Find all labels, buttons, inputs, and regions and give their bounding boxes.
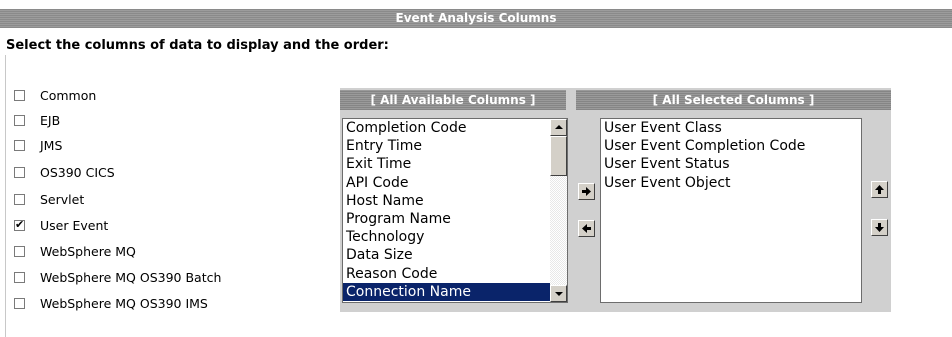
left-divider bbox=[5, 55, 6, 337]
checkbox-label: JMS bbox=[40, 138, 63, 153]
scroll-down-button[interactable] bbox=[550, 285, 567, 302]
available-list-scrollbar[interactable] bbox=[550, 119, 567, 302]
chevron-up-icon bbox=[555, 125, 563, 129]
list-item[interactable]: Host Name bbox=[343, 192, 567, 210]
column-chooser-panel: [ All Available Columns ] [ All Selected… bbox=[340, 88, 891, 312]
checkbox-box[interactable] bbox=[14, 218, 25, 231]
checkbox-box[interactable] bbox=[14, 272, 25, 283]
checkbox-label: WebSphere MQ bbox=[40, 244, 136, 259]
list-item[interactable]: User Event Completion Code bbox=[601, 137, 861, 155]
checkbox-websphere-mq[interactable]: WebSphere MQ bbox=[14, 244, 274, 262]
arrow-right-icon bbox=[582, 187, 591, 196]
selected-columns-list[interactable]: User Event Class User Event Completion C… bbox=[600, 118, 862, 303]
move-down-button[interactable] bbox=[871, 219, 888, 236]
checkbox-box[interactable] bbox=[14, 246, 25, 257]
add-column-button[interactable] bbox=[578, 183, 595, 200]
available-columns-header: [ All Available Columns ] bbox=[340, 90, 566, 110]
checkbox-user-event[interactable]: User Event bbox=[14, 218, 274, 236]
checkbox-label: WebSphere MQ OS390 IMS bbox=[40, 296, 208, 311]
scroll-up-button[interactable] bbox=[550, 119, 567, 136]
list-item[interactable]: Program Name bbox=[343, 210, 567, 228]
checkbox-label: OS390 CICS bbox=[40, 165, 115, 180]
list-item[interactable]: Technology bbox=[343, 228, 567, 246]
scroll-thumb[interactable] bbox=[550, 136, 567, 176]
chevron-down-icon bbox=[555, 292, 563, 296]
checkbox-box[interactable] bbox=[14, 115, 25, 126]
checkbox-box[interactable] bbox=[14, 298, 25, 309]
arrow-left-icon bbox=[582, 224, 591, 233]
checkbox-os390-cics[interactable]: OS390 CICS bbox=[14, 165, 274, 183]
list-item[interactable]: User Event Class bbox=[601, 119, 861, 137]
checkbox-ejb[interactable]: EJB bbox=[14, 113, 274, 131]
checkbox-label: WebSphere MQ OS390 Batch bbox=[40, 270, 222, 285]
instructions-text: Select the columns of data to display an… bbox=[6, 38, 389, 53]
list-item[interactable]: User Event Status bbox=[601, 155, 861, 173]
remove-column-button[interactable] bbox=[578, 220, 595, 237]
list-item[interactable]: Reason Code bbox=[343, 265, 567, 283]
checkbox-box[interactable] bbox=[14, 140, 25, 151]
checkbox-servlet[interactable]: Servlet bbox=[14, 192, 274, 210]
checkbox-label: User Event bbox=[40, 218, 109, 233]
list-item[interactable]: API Code bbox=[343, 174, 567, 192]
checkbox-common[interactable]: Common bbox=[14, 88, 274, 106]
selected-columns-header: [ All Selected Columns ] bbox=[576, 90, 891, 110]
arrow-down-icon bbox=[875, 223, 884, 232]
checkbox-websphere-mq-os390-batch[interactable]: WebSphere MQ OS390 Batch bbox=[14, 270, 274, 288]
checkbox-label: Servlet bbox=[40, 192, 85, 207]
move-up-button[interactable] bbox=[871, 181, 888, 198]
list-item[interactable]: Entry Time bbox=[343, 137, 567, 155]
checkbox-label: Common bbox=[40, 88, 97, 103]
arrow-up-icon bbox=[875, 185, 884, 194]
checkbox-label: EJB bbox=[40, 113, 61, 128]
available-columns-list[interactable]: Completion Code Entry Time Exit Time API… bbox=[342, 118, 568, 303]
list-item[interactable]: Completion Code bbox=[343, 119, 567, 137]
list-item[interactable]: User Event Object bbox=[601, 174, 861, 192]
section-title: Event Analysis Columns bbox=[0, 9, 952, 28]
checkbox-box[interactable] bbox=[14, 167, 25, 178]
list-item[interactable]: Exit Time bbox=[343, 155, 567, 173]
list-item[interactable]: Data Size bbox=[343, 246, 567, 264]
checkbox-websphere-mq-os390-ims[interactable]: WebSphere MQ OS390 IMS bbox=[14, 296, 274, 314]
checkbox-box[interactable] bbox=[14, 194, 25, 205]
checkbox-jms[interactable]: JMS bbox=[14, 138, 274, 156]
checkbox-box[interactable] bbox=[14, 90, 25, 101]
list-item-selected[interactable]: Connection Name bbox=[343, 282, 567, 301]
